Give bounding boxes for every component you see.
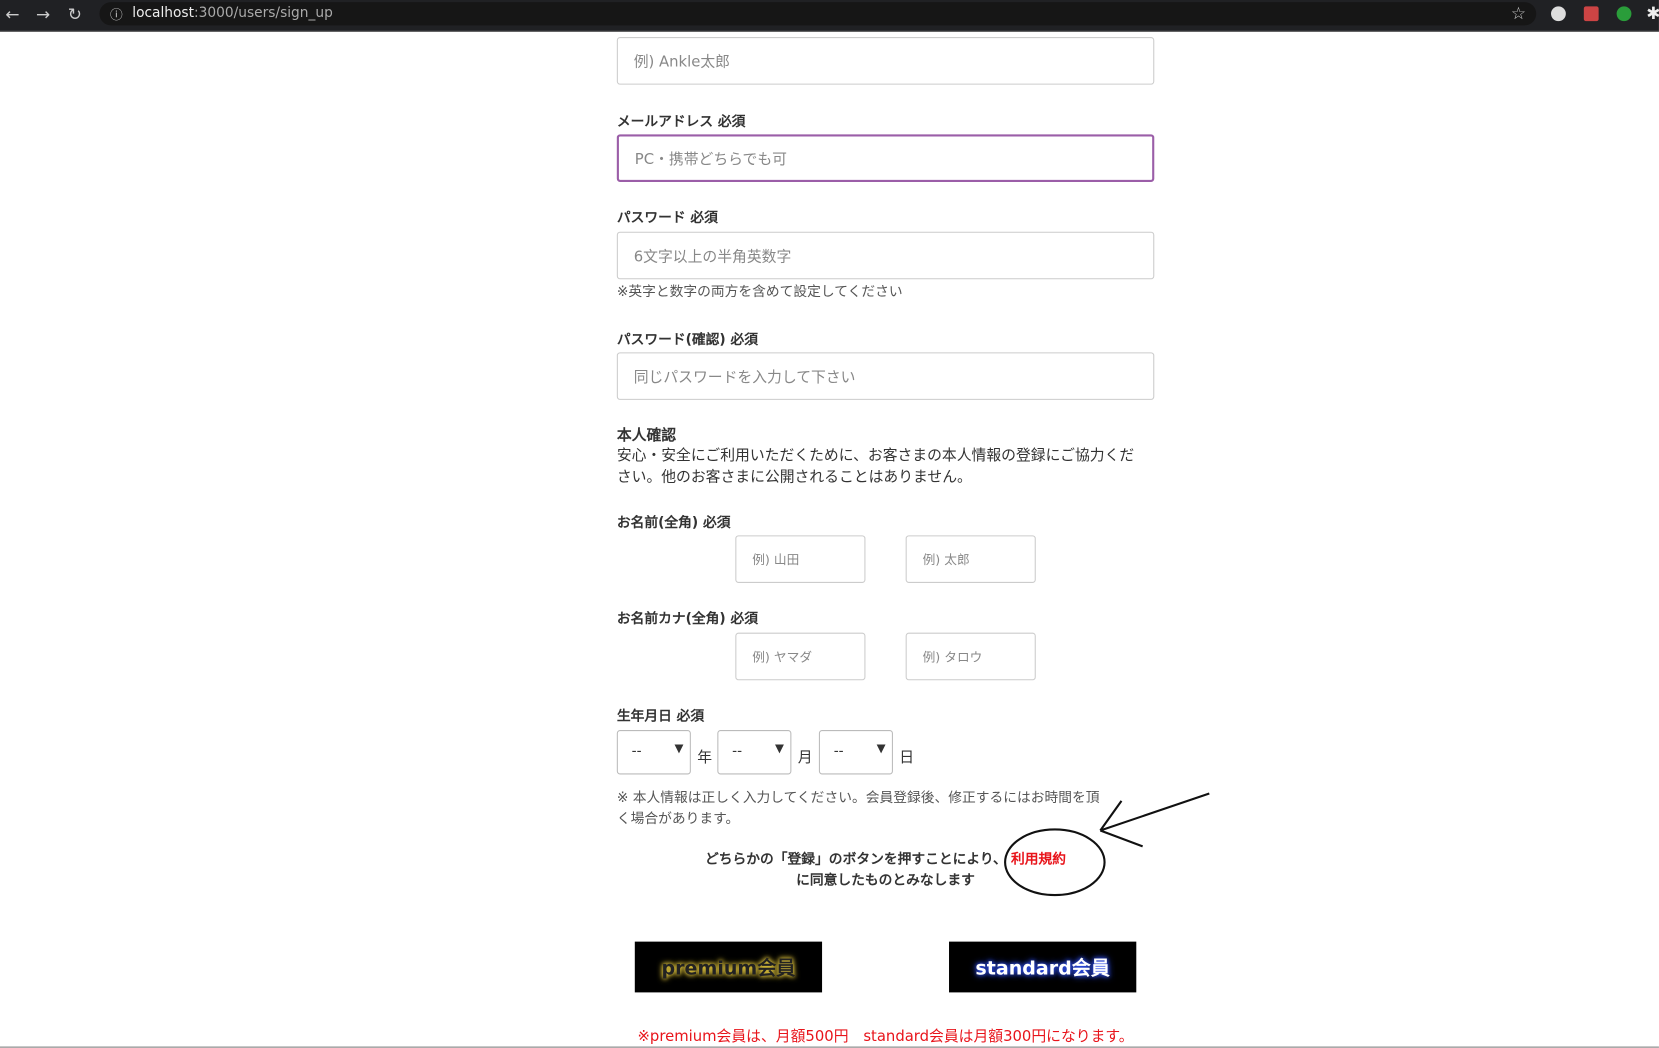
puzzle-icon[interactable]: ✱: [1646, 3, 1659, 23]
identity-desc-line: 安心・安全にご利用いただくために、お客さまの本人情報の登録にご協力くだ: [616, 447, 1135, 465]
password-confirm-label: パスワード(確認) 必須: [616, 332, 758, 349]
reload-icon[interactable]: ↻: [68, 4, 82, 24]
month-unit: 月: [797, 749, 813, 766]
month-select[interactable]: -- ▼: [717, 730, 792, 775]
agreement-line: どちらかの「登録」のボタンを押すことにより、: [705, 851, 1007, 868]
first-name-input[interactable]: 例) 太郎: [905, 535, 1036, 583]
password-note: ※英字と数字の両方を含めて設定してください: [616, 284, 903, 301]
arrow-right-icon[interactable]: →: [36, 4, 50, 24]
password-label: パスワード 必須: [616, 210, 718, 227]
day-select[interactable]: -- ▼: [818, 730, 893, 775]
chevron-down-icon: ▼: [775, 741, 784, 756]
identity-desc-line: さい。他のお客さまに公開されることはありません。: [616, 468, 972, 486]
password-input[interactable]: 6文字以上の半角英数字: [616, 231, 1155, 280]
extension-icon[interactable]: [1551, 6, 1566, 22]
identity-heading: 本人確認: [616, 427, 677, 445]
year-select[interactable]: -- ▼: [616, 730, 691, 775]
extension-icon[interactable]: [1583, 6, 1599, 22]
url-text: localhost:3000/users/sign_up: [132, 5, 333, 22]
email-input[interactable]: PC・携帯どちらでも可: [616, 134, 1155, 182]
annotation-circle-arrow: [1004, 792, 1210, 897]
info-icon[interactable]: ⓘ: [110, 5, 123, 23]
chevron-down-icon: ▼: [674, 741, 684, 756]
browser-toolbar: ← → ↻ ⓘ localhost:3000/users/sign_up ☆ ✱: [0, 0, 1659, 32]
last-name-input[interactable]: 例) 山田: [735, 535, 866, 583]
password-confirm-input[interactable]: 同じパスワードを入力して下さい: [616, 352, 1155, 400]
first-kana-input[interactable]: 例) タロウ: [905, 632, 1036, 681]
arrow-left-icon[interactable]: ←: [5, 4, 19, 24]
email-label: メールアドレス 必須: [616, 114, 746, 131]
year-unit: 年: [697, 749, 713, 766]
birthday-label: 生年月日 必須: [616, 708, 705, 725]
last-kana-input[interactable]: 例) ヤマダ: [735, 632, 866, 681]
kana-label: お名前カナ(全角) 必須: [616, 611, 758, 628]
name-label: お名前(全角) 必須: [616, 515, 731, 532]
nickname-input[interactable]: 例) Ankle太郎: [616, 37, 1155, 85]
premium-register-button[interactable]: premium会員: [634, 941, 823, 993]
evernote-icon[interactable]: [1616, 6, 1632, 22]
identity-description: 安心・安全にご利用いただくために、お客さまの本人情報の登録にご協力くだ さい。他…: [617, 445, 1134, 487]
chevron-down-icon: ▼: [876, 741, 886, 756]
standard-register-button[interactable]: standard会員: [949, 941, 1137, 993]
price-note: ※premium会員は、月額500円 standard会員は月額300円になりま…: [637, 1028, 1134, 1046]
day-unit: 日: [899, 749, 915, 766]
star-icon[interactable]: ☆: [1511, 3, 1526, 23]
